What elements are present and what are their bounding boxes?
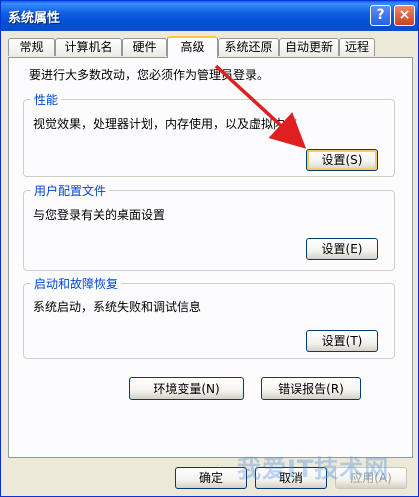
apply-button[interactable]: 应用(A) <box>335 467 407 489</box>
performance-group: 性能 视觉效果，处理器计划，内存使用，以及虚拟内存 设置(S) <box>23 91 395 177</box>
startup-recovery-group-title: 启动和故障恢复 <box>31 275 122 292</box>
tab-system-restore[interactable]: 系统还原 <box>218 38 279 56</box>
system-properties-window: 系统属性 ? × 常规 计算机名 硬件 高级 系统还原 自动更新 远程 要进行大… <box>0 0 419 497</box>
cancel-button[interactable]: 取消 <box>255 467 327 489</box>
tab-strip: 常规 计算机名 硬件 高级 系统还原 自动更新 远程 <box>8 36 413 58</box>
environment-variables-button[interactable]: 环境变量(N) <box>129 377 244 400</box>
user-profiles-group-title: 用户配置文件 <box>31 182 110 199</box>
performance-group-title: 性能 <box>31 91 62 108</box>
close-button[interactable]: × <box>394 5 415 26</box>
user-profiles-description: 与您登录有关的桌面设置 <box>33 208 166 222</box>
startup-recovery-settings-button[interactable]: 设置(T) <box>306 330 378 352</box>
startup-recovery-description: 系统启动，系统失败和调试信息 <box>33 300 202 314</box>
advanced-tab-panel: 要进行大多数改动，您必须作为管理员登录。 性能 视觉效果，处理器计划，内存使用，… <box>8 57 413 458</box>
tab-automatic-updates[interactable]: 自动更新 <box>279 38 339 56</box>
ok-button[interactable]: 确定 <box>175 467 247 489</box>
user-profiles-group: 用户配置文件 与您登录有关的桌面设置 设置(E) <box>23 182 395 271</box>
performance-settings-button[interactable]: 设置(S) <box>306 149 378 171</box>
tab-general[interactable]: 常规 <box>8 38 55 56</box>
window-title: 系统属性 <box>8 11 61 26</box>
tab-computer-name[interactable]: 计算机名 <box>55 38 122 56</box>
user-profiles-settings-button[interactable]: 设置(E) <box>306 238 378 260</box>
startup-recovery-group: 启动和故障恢复 系统启动，系统失败和调试信息 设置(T) <box>23 275 395 359</box>
error-reporting-button[interactable]: 错误报告(R) <box>261 377 361 400</box>
tab-hardware[interactable]: 硬件 <box>122 38 167 56</box>
tab-remote[interactable]: 远程 <box>339 38 375 56</box>
help-button[interactable]: ? <box>370 5 391 26</box>
title-bar[interactable]: 系统属性 ? × <box>1 1 418 31</box>
performance-description: 视觉效果，处理器计划，内存使用，以及虚拟内存 <box>33 117 298 131</box>
admin-notice: 要进行大多数改动，您必须作为管理员登录。 <box>29 68 270 82</box>
tab-advanced[interactable]: 高级 <box>167 36 218 58</box>
